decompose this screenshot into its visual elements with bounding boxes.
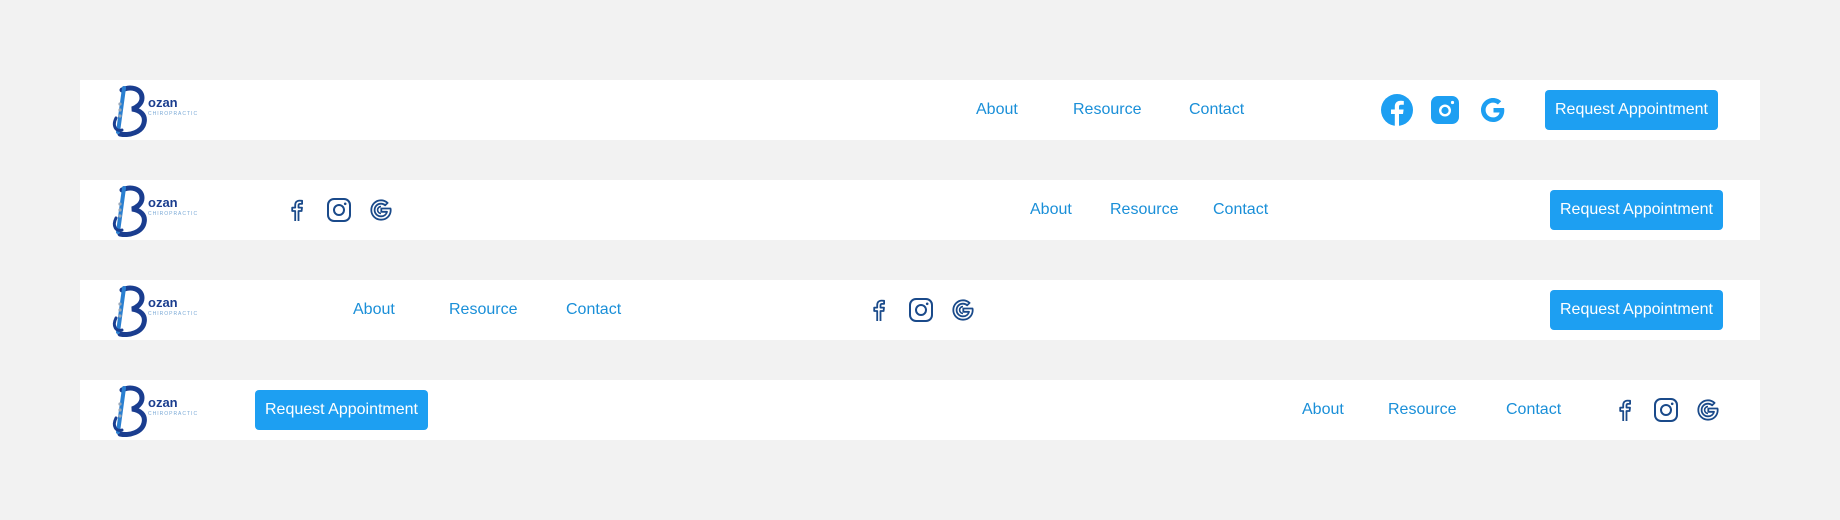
request-appointment-button[interactable]: Request Appointment	[1550, 290, 1723, 330]
facebook-icon[interactable]	[1612, 397, 1636, 423]
instagram-icon[interactable]	[908, 297, 934, 323]
nav-link-contact[interactable]: Contact	[1213, 201, 1268, 219]
google-icon[interactable]	[950, 297, 976, 323]
nav-link-resource[interactable]: Resource	[1110, 201, 1178, 219]
nav-bar-variant-4: ozan CHIROPRACTIC Request Appointment Ab…	[80, 380, 1760, 440]
social-links	[80, 80, 1760, 140]
nav-link-about[interactable]: About	[1030, 201, 1072, 219]
google-icon[interactable]	[368, 197, 394, 223]
nav-bar-variant-3: ozan CHIROPRACTIC About Resource Contact…	[80, 280, 1760, 340]
facebook-icon[interactable]	[1380, 93, 1414, 127]
social-links	[80, 280, 1760, 340]
social-links	[80, 180, 1760, 240]
instagram-icon[interactable]	[326, 197, 352, 223]
nav-bar-variant-2: ozan CHIROPRACTIC About Resource Contact…	[80, 180, 1760, 240]
facebook-icon[interactable]	[284, 197, 308, 223]
instagram-icon[interactable]	[1430, 95, 1460, 125]
instagram-icon[interactable]	[1653, 397, 1679, 423]
request-appointment-button[interactable]: Request Appointment	[1550, 190, 1723, 230]
google-icon[interactable]	[1478, 95, 1508, 125]
social-links	[80, 380, 1760, 440]
request-appointment-button[interactable]: Request Appointment	[1545, 90, 1718, 130]
facebook-icon[interactable]	[866, 297, 890, 323]
nav-bar-variant-1: ozan CHIROPRACTIC About Resource Contact…	[80, 80, 1760, 140]
google-icon[interactable]	[1695, 397, 1721, 423]
